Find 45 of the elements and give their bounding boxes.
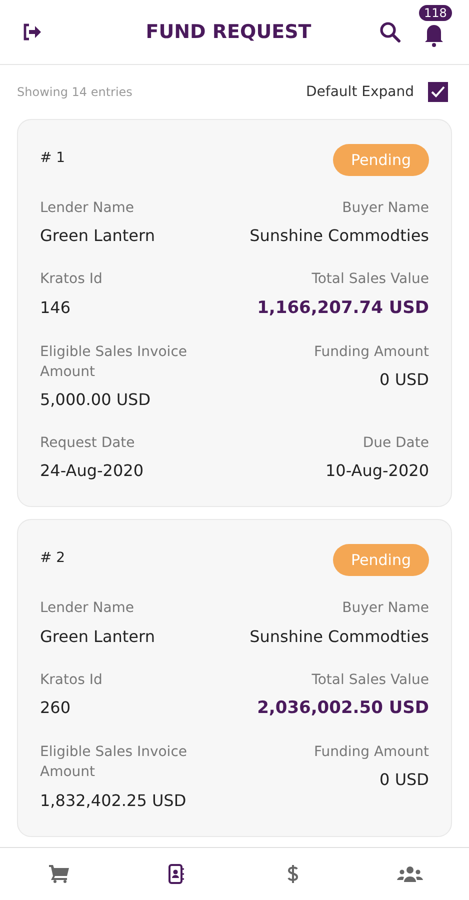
field-value: Sunshine Commodties: [250, 226, 429, 246]
users-icon: [397, 865, 424, 883]
field-value: 146: [40, 298, 72, 317]
page-title: FUND REQUEST: [144, 21, 312, 43]
field-label: Lender Name: [40, 599, 136, 618]
field-label: Kratos Id: [40, 670, 102, 690]
field-label: Funding Amount: [314, 743, 429, 762]
field-value: 260: [40, 698, 72, 718]
request-number: # 2: [40, 549, 66, 566]
field-value: Green Lantern: [40, 226, 155, 246]
expand-label: Default Expand: [306, 84, 414, 100]
field-label: Request Date: [40, 434, 136, 454]
cart-icon: [48, 865, 69, 883]
field-label: Kratos Id: [40, 270, 102, 290]
field-label: Buyer Name: [342, 199, 429, 218]
field-value: 0 USD: [380, 770, 429, 790]
search-icon[interactable]: [379, 21, 401, 43]
field-value: 1,832,402.25 USD: [40, 790, 188, 810]
field-value: Sunshine Commodties: [250, 626, 429, 646]
field-value: 1,166,207.74 USD: [257, 298, 429, 318]
field-value: 10-Aug-2020: [325, 461, 429, 480]
field-label: Due Date: [362, 434, 429, 454]
contact-book-icon: [168, 864, 184, 884]
field-value: 5,000.00 USD: [40, 390, 152, 410]
status-badge: Pending: [333, 544, 429, 576]
expand-checkbox[interactable]: [428, 82, 448, 102]
field-value: 24-Aug-2020: [40, 461, 144, 480]
field-value: 2,036,002.50 USD: [257, 698, 429, 718]
entries-count: Showing 14 entries: [17, 85, 134, 99]
logout-icon[interactable]: [22, 23, 42, 41]
field-label: Funding Amount: [314, 342, 429, 362]
field-label: Total Sales Value: [312, 670, 429, 690]
request-number: # 1: [40, 149, 66, 166]
field-value: Green Lantern: [40, 626, 155, 646]
dollar-icon: [287, 864, 300, 884]
request-card[interactable]: [17, 119, 452, 508]
field-label: Lender Name: [40, 199, 136, 218]
field-label: Eligible Sales Invoice Amount: [40, 342, 188, 382]
field-value: 0 USD: [380, 370, 429, 389]
field-label: Buyer Name: [342, 599, 429, 618]
field-label: Eligible Sales Invoice Amount: [40, 743, 188, 782]
field-label: Total Sales Value: [312, 270, 429, 290]
status-badge: Pending: [333, 144, 429, 176]
notification-badge: 118: [419, 5, 452, 21]
request-card[interactable]: # 2 Pending Lender Name Green Lantern Buyer Name Sunshine Commodties Kratos Id 260 Total Sales Value 2,036,002.50 USD Eligible Sales Invoice Amount 1,832,402.25 USD Funding Amount 0 USD: [17, 519, 452, 837]
